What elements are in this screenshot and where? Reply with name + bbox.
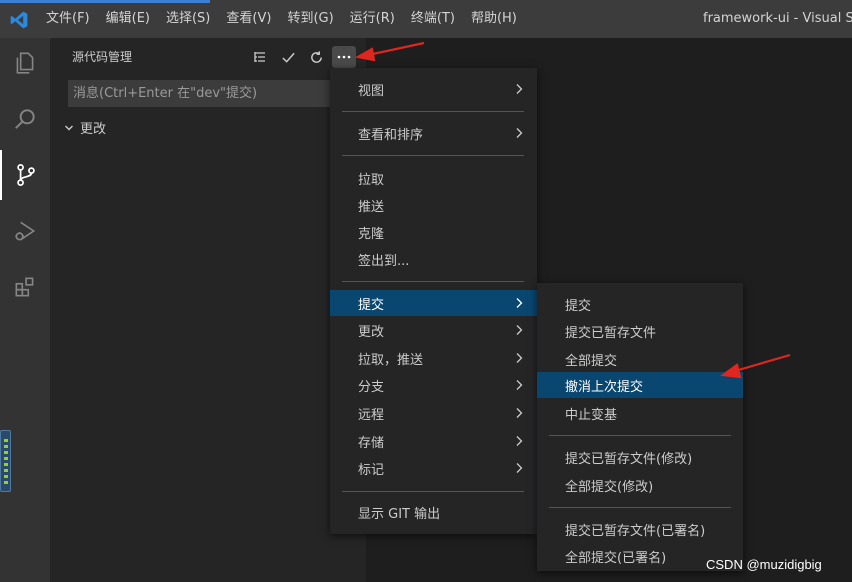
menu-item-checkout[interactable]: 签出到... — [330, 246, 537, 272]
menu-item-label: 提交已暂存文件 — [565, 325, 657, 341]
menu-item-label: 提交已暂存文件(修改) — [565, 451, 693, 467]
source-control-icon[interactable] — [0, 150, 50, 200]
chevron-right-icon — [515, 455, 523, 481]
menu-item-push[interactable]: 推送 — [330, 192, 537, 218]
menu-separator — [342, 111, 524, 112]
menu-view[interactable]: 查看(V) — [218, 0, 279, 38]
menu-item-label: 签出到... — [358, 253, 410, 269]
commit-check-icon[interactable] — [276, 46, 300, 68]
chevron-right-icon — [515, 317, 523, 343]
menu-separator — [549, 435, 731, 436]
annotation-arrow — [354, 41, 425, 62]
menu-item-show-git-output[interactable]: 显示 GIT 输出 — [330, 499, 537, 525]
level-meter-widget — [0, 430, 11, 492]
chevron-right-icon — [515, 400, 523, 426]
menu-terminal[interactable]: 终端(T) — [403, 0, 463, 38]
menu-bar: 文件(F) 编辑(E) 选择(S) 查看(V) 转到(G) 运行(R) 终端(T… — [38, 0, 525, 38]
menu-item-label: 显示 GIT 输出 — [358, 506, 441, 522]
menu-item-pull-push[interactable]: 拉取，推送 — [330, 345, 537, 371]
submenu-item-undo-last-commit[interactable]: 撤消上次提交 — [537, 372, 743, 398]
chevron-right-icon — [515, 290, 523, 316]
menu-item-tags[interactable]: 标记 — [330, 455, 537, 481]
menu-item-pull[interactable]: 拉取 — [330, 165, 537, 191]
title-bar: 文件(F) 编辑(E) 选择(S) 查看(V) 转到(G) 运行(R) 终端(T… — [0, 0, 852, 38]
source-control-panel: 源代码管理 更改 — [50, 38, 366, 582]
window-title: framework-ui - Visual Stuc — [703, 11, 852, 26]
menu-item-label: 提交 — [565, 298, 592, 314]
run-debug-icon[interactable] — [0, 206, 50, 256]
panel-actions — [248, 46, 356, 68]
chevron-right-icon — [515, 76, 523, 102]
submenu-item-commit-staged-amend[interactable]: 提交已暂存文件(修改) — [537, 444, 743, 470]
menu-item-label: 查看和排序 — [358, 127, 424, 143]
activity-bar — [0, 38, 50, 582]
extensions-icon[interactable] — [0, 262, 50, 312]
more-actions-menu: 视图 查看和排序 拉取 推送 克隆 签出到... 提交 更改 拉取，推送 分支 … — [330, 68, 537, 534]
menu-item-label: 分支 — [358, 379, 385, 395]
menu-item-label: 推送 — [358, 199, 385, 215]
menu-item-label: 全部提交(已署名) — [565, 550, 667, 566]
menu-go[interactable]: 转到(G) — [279, 0, 341, 38]
menu-item-label: 克隆 — [358, 226, 385, 242]
submenu-item-commit[interactable]: 提交 — [537, 291, 743, 317]
chevron-down-icon — [65, 125, 73, 130]
menu-item-clone[interactable]: 克隆 — [330, 219, 537, 245]
more-actions-icon[interactable] — [332, 46, 356, 68]
menu-item-changes[interactable]: 更改 — [330, 317, 537, 343]
vscode-logo-icon — [10, 11, 28, 29]
chevron-right-icon — [515, 372, 523, 398]
explorer-icon[interactable] — [0, 38, 50, 88]
search-icon[interactable] — [0, 94, 50, 144]
commit-submenu: 提交 提交已暂存文件 全部提交 撤消上次提交 中止变基 提交已暂存文件(修改) … — [537, 283, 743, 571]
submenu-item-abort-rebase[interactable]: 中止变基 — [537, 400, 743, 426]
menu-separator — [549, 507, 731, 508]
menu-item-view[interactable]: 视图 — [330, 76, 537, 102]
menu-item-stash[interactable]: 存储 — [330, 428, 537, 454]
menu-separator — [342, 491, 524, 492]
menu-item-label: 远程 — [358, 407, 385, 423]
changes-group-header[interactable]: 更改 — [64, 118, 106, 137]
chevron-right-icon — [515, 428, 523, 454]
submenu-item-commit-all-amend[interactable]: 全部提交(修改) — [537, 472, 743, 498]
menu-item-label: 更改 — [358, 324, 385, 340]
menu-separator — [342, 155, 524, 156]
submenu-item-commit-staged-signed[interactable]: 提交已暂存文件(已署名) — [537, 516, 743, 542]
menu-item-label: 拉取 — [358, 172, 385, 188]
menu-item-commit[interactable]: 提交 — [330, 290, 537, 316]
chevron-right-icon — [515, 120, 523, 146]
menu-item-branch[interactable]: 分支 — [330, 372, 537, 398]
menu-item-label: 提交 — [358, 297, 385, 313]
watermark: CSDN @muzidigbig — [706, 557, 822, 572]
menu-item-view-and-sort[interactable]: 查看和排序 — [330, 120, 537, 146]
menu-item-label: 标记 — [358, 462, 385, 478]
menu-item-label: 全部提交(修改) — [565, 479, 654, 495]
menu-item-label: 全部提交 — [565, 353, 618, 369]
menu-item-label: 提交已暂存文件(已署名) — [565, 523, 706, 539]
view-as-tree-icon[interactable] — [248, 46, 272, 68]
changes-label: 更改 — [80, 122, 107, 137]
menu-edit[interactable]: 编辑(E) — [98, 0, 158, 38]
menu-item-label: 拉取，推送 — [358, 352, 424, 368]
menu-item-label: 撤消上次提交 — [565, 379, 644, 395]
menu-run[interactable]: 运行(R) — [342, 0, 403, 38]
submenu-item-commit-all[interactable]: 全部提交 — [537, 346, 743, 372]
menu-separator — [342, 281, 524, 282]
refresh-icon[interactable] — [304, 46, 328, 68]
panel-title: 源代码管理 — [72, 50, 133, 64]
chevron-right-icon — [515, 345, 523, 371]
menu-item-remote[interactable]: 远程 — [330, 400, 537, 426]
menu-help[interactable]: 帮助(H) — [463, 0, 525, 38]
menu-item-label: 中止变基 — [565, 407, 618, 423]
menu-item-label: 存储 — [358, 435, 385, 451]
menu-selection[interactable]: 选择(S) — [158, 0, 218, 38]
menu-item-label: 视图 — [358, 83, 385, 99]
submenu-item-commit-staged[interactable]: 提交已暂存文件 — [537, 318, 743, 344]
menu-file[interactable]: 文件(F) — [38, 0, 98, 38]
commit-message-input[interactable] — [68, 80, 330, 107]
